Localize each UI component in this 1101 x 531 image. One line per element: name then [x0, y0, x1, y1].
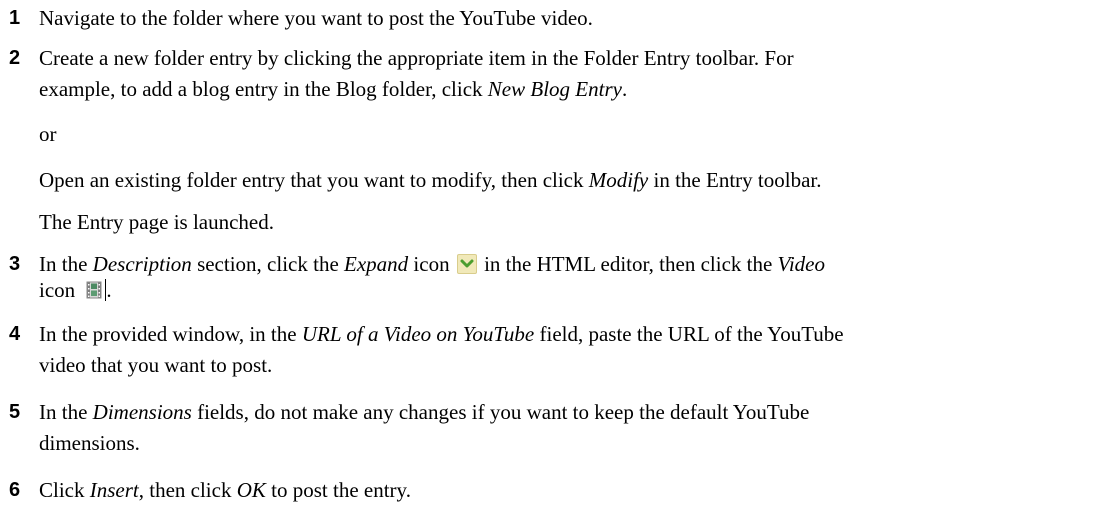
text-run: in the HTML editor, then click the	[478, 252, 778, 276]
text-run: icon	[408, 252, 455, 276]
text-run: fields, do not make any changes if you w…	[191, 400, 810, 424]
ui-term: Description	[92, 252, 192, 276]
step-text-line: icon .	[39, 276, 1101, 304]
text-run: In the provided window, in the	[39, 322, 302, 346]
text-run: In the	[39, 400, 93, 424]
ui-term: Insert	[89, 478, 139, 502]
step-1: 1 Navigate to the folder where you want …	[0, 4, 1101, 32]
step-text-line: Create a new folder entry by clicking th…	[39, 46, 794, 70]
text-run: Click	[39, 478, 90, 502]
text-run: In the	[39, 252, 93, 276]
step-text-line: In the Description section, click the Ex…	[39, 250, 1101, 278]
step-number: 6	[9, 479, 21, 501]
or-label: or	[39, 122, 57, 146]
step-text: Navigate to the folder where you want to…	[39, 6, 593, 30]
step-6: 6 Click Insert, then click OK to post th…	[0, 476, 1101, 504]
text-run: in the Entry toolbar.	[648, 168, 822, 192]
text-run: , then click	[138, 478, 237, 502]
ui-term: Modify	[588, 168, 649, 192]
text-run: .	[106, 278, 112, 302]
text-run: section, click the	[191, 252, 345, 276]
step-number: 4	[9, 323, 21, 345]
step-text-line: example, to add a blog entry in the Blog…	[39, 75, 1101, 103]
step-number: 1	[9, 7, 21, 29]
ui-term: Dimensions	[92, 400, 192, 424]
step-3: 3 In the Description section, click the …	[0, 250, 1101, 304]
step-text-line: In the Dimensions fields, do not make an…	[39, 398, 1101, 426]
ui-term: OK	[236, 478, 266, 502]
step-number: 3	[9, 253, 21, 275]
step-text-line: dimensions.	[39, 431, 140, 455]
film-strip-icon	[84, 280, 104, 300]
result-text: The Entry page is launched.	[39, 210, 274, 234]
text-run: .	[621, 77, 628, 101]
step-2-or: or	[0, 120, 57, 148]
step-2-alternative: Open an existing folder entry that you w…	[0, 166, 1101, 194]
step-2-result: The Entry page is launched.	[0, 208, 274, 236]
text-run: Open an existing folder entry that you w…	[39, 168, 589, 192]
step-text-line: video that you want to post.	[39, 353, 273, 377]
text-run: to post the entry.	[265, 478, 411, 502]
ui-term: URL of a Video on YouTube	[301, 322, 535, 346]
step-text-line: In the provided window, in the URL of a …	[39, 320, 1101, 348]
step-2: 2 Create a new folder entry by clicking …	[0, 44, 1101, 103]
text-run: field, paste the URL of the YouTube	[534, 322, 844, 346]
text-run: example, to add a blog entry in the Blog…	[39, 77, 488, 101]
step-4: 4 In the provided window, in the URL of …	[0, 320, 1101, 379]
ui-term: New Blog Entry	[487, 77, 622, 101]
step-5: 5 In the Dimensions fields, do not make …	[0, 398, 1101, 457]
chevron-down-icon	[456, 254, 477, 274]
ui-term: Expand	[344, 252, 409, 276]
text-run: icon	[39, 278, 81, 302]
ui-term: Video	[777, 252, 825, 276]
step-number: 2	[9, 47, 21, 69]
step-number: 5	[9, 401, 21, 423]
